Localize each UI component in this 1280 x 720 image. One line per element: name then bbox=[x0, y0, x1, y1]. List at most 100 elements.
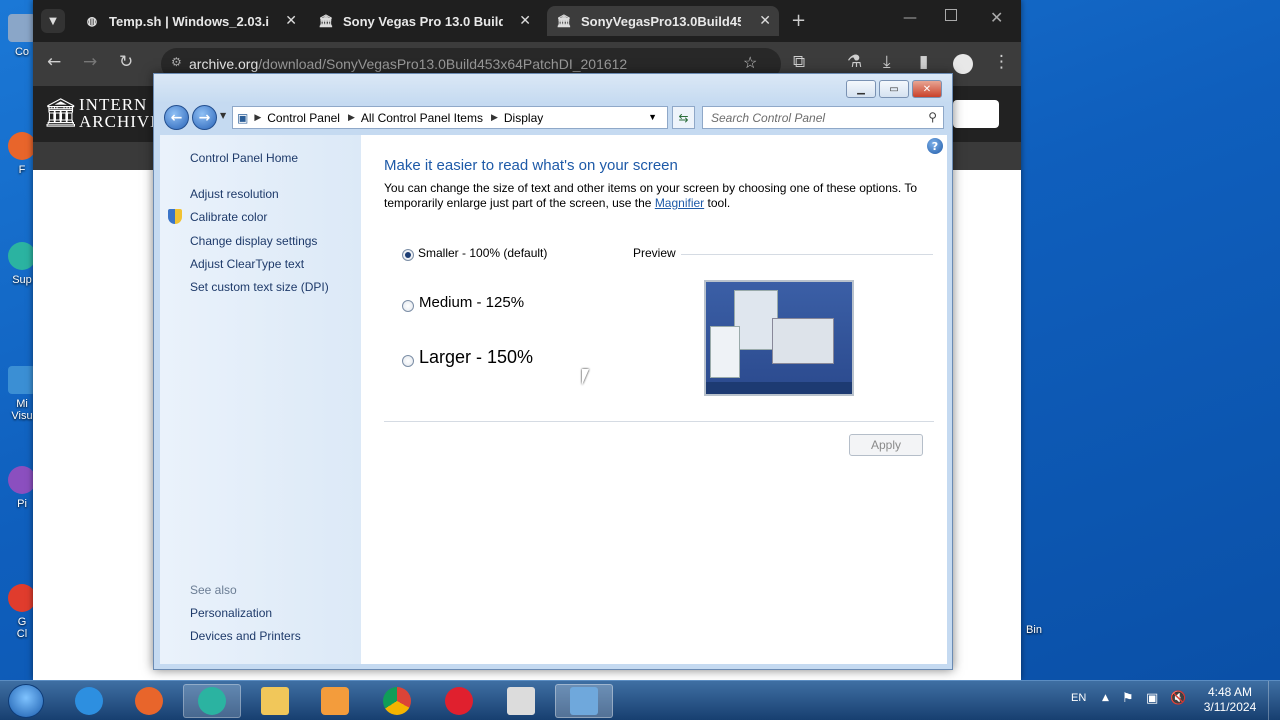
taskbar-app-2[interactable] bbox=[492, 684, 550, 718]
taskbar-control-panel[interactable] bbox=[555, 684, 613, 718]
chrome-icon bbox=[383, 687, 411, 715]
preview-window-front bbox=[772, 318, 834, 364]
minimize-window-button[interactable]: ▁ bbox=[846, 80, 876, 98]
close-tab-icon[interactable]: ✕ bbox=[519, 12, 531, 29]
forward-arrow-icon[interactable]: → bbox=[192, 105, 217, 130]
forward-icon[interactable]: → bbox=[83, 52, 97, 72]
archive-logo-icon[interactable]: 🏛 bbox=[43, 96, 79, 129]
taskbar-firefox[interactable] bbox=[120, 684, 178, 718]
new-tab-button[interactable]: + bbox=[791, 10, 806, 31]
refresh-icon[interactable]: ⇆ bbox=[672, 106, 695, 129]
breadcrumb-all-items[interactable]: All Control Panel Items bbox=[361, 111, 483, 125]
menu-icon[interactable]: ⋮ bbox=[993, 52, 1010, 72]
back-icon[interactable]: ← bbox=[47, 52, 61, 72]
extensions-icon[interactable]: ⧉ bbox=[793, 52, 805, 72]
recent-pages-icon[interactable]: ▼ bbox=[220, 111, 226, 120]
option-larger-label[interactable]: Larger - 150% bbox=[419, 347, 533, 368]
maximize-window-button[interactable]: ▭ bbox=[879, 80, 909, 98]
chevron-right-icon: ▶ bbox=[490, 112, 498, 122]
url-host: archive.org bbox=[189, 56, 259, 72]
taskbar-media[interactable] bbox=[306, 684, 364, 718]
download-icon[interactable]: ⤓ bbox=[883, 52, 891, 72]
network-icon[interactable]: ▣ bbox=[1146, 691, 1158, 706]
computer-icon bbox=[8, 14, 36, 42]
taskbar-chrome[interactable] bbox=[368, 684, 426, 718]
personalization-link[interactable]: Personalization bbox=[190, 606, 272, 620]
ia-search-field[interactable] bbox=[953, 100, 999, 128]
taskbar-opera[interactable] bbox=[430, 684, 488, 718]
maximize-browser-button[interactable] bbox=[945, 9, 957, 21]
close-tab-icon[interactable]: ✕ bbox=[759, 12, 771, 29]
close-tab-icon[interactable]: ✕ bbox=[285, 12, 297, 29]
firefox-icon bbox=[8, 132, 36, 160]
minimize-browser-button[interactable]: — bbox=[903, 10, 917, 26]
breadcrumb-control-panel[interactable]: Control Panel bbox=[267, 111, 340, 125]
clock[interactable]: 4:48 AM 3/11/2024 bbox=[1200, 685, 1260, 715]
help-icon[interactable]: ? bbox=[927, 138, 943, 154]
control-panel-window: ▁ ▭ ✕ ← → ▼ ▣ ▶ Control Panel ▶ All Cont… bbox=[153, 73, 953, 670]
ia-logo-text: INTERN ARCHIVE bbox=[79, 95, 162, 131]
show-hidden-icons[interactable]: ▲ bbox=[1102, 693, 1109, 703]
radio-medium[interactable] bbox=[402, 300, 414, 312]
labs-icon[interactable]: ⚗ bbox=[847, 52, 862, 72]
devices-printers-link[interactable]: Devices and Printers bbox=[190, 629, 301, 643]
clock-time: 4:48 AM bbox=[1207, 685, 1253, 699]
main-pane: ? Make it easier to read what's on your … bbox=[361, 135, 947, 664]
magnifier-link[interactable]: Magnifier bbox=[655, 196, 704, 210]
radio-larger[interactable] bbox=[402, 355, 414, 367]
radio-smaller[interactable] bbox=[402, 249, 414, 261]
clock-date: 3/11/2024 bbox=[1203, 700, 1257, 714]
back-arrow-icon[interactable]: ← bbox=[164, 105, 189, 130]
close-browser-button[interactable]: ✕ bbox=[990, 8, 1003, 27]
change-display-settings-link[interactable]: Change display settings bbox=[190, 234, 317, 248]
page-title: Make it easier to read what's on your sc… bbox=[384, 157, 678, 174]
option-medium-label[interactable]: Medium - 125% bbox=[419, 294, 524, 311]
apply-button[interactable]: Apply bbox=[849, 434, 923, 456]
calibrate-color-link[interactable]: Calibrate color bbox=[190, 210, 267, 224]
search-input[interactable]: Search Control Panel ⚲ bbox=[702, 106, 944, 129]
section-divider bbox=[384, 421, 934, 422]
site-info-icon[interactable]: ⚙ bbox=[171, 55, 182, 69]
profile-avatar[interactable] bbox=[953, 54, 973, 74]
tab-temp-sh[interactable]: ◍ Temp.sh | Windows_2.03.ima ✕ bbox=[75, 6, 305, 36]
firefox-icon bbox=[135, 687, 163, 715]
adjust-cleartype-link[interactable]: Adjust ClearType text bbox=[190, 257, 304, 271]
show-desktop-button[interactable] bbox=[1268, 681, 1280, 720]
adjust-resolution-link[interactable]: Adjust resolution bbox=[190, 187, 279, 201]
desktop-icon-recycle-bin[interactable]: Bin bbox=[1022, 624, 1046, 636]
taskbar-explorer[interactable] bbox=[246, 684, 304, 718]
breadcrumb-display[interactable]: Display bbox=[504, 111, 543, 125]
chevron-down-icon[interactable]: ▼ bbox=[648, 112, 657, 122]
chevron-right-icon: ▶ bbox=[254, 112, 262, 122]
taskbar-ie[interactable] bbox=[60, 684, 118, 718]
custom-dpi-link[interactable]: Set custom text size (DPI) bbox=[190, 280, 329, 294]
tab-search-button[interactable]: ▼ bbox=[41, 9, 65, 33]
option-smaller-label[interactable]: Smaller - 100% (default) bbox=[418, 246, 547, 260]
start-button[interactable] bbox=[8, 684, 44, 718]
url-path: /download/SonyVegasPro13.0Build453x64Pat… bbox=[258, 56, 628, 72]
globe-icon: ◍ bbox=[86, 14, 98, 28]
control-panel-home-link[interactable]: Control Panel Home bbox=[190, 151, 298, 165]
internet-explorer-icon bbox=[75, 687, 103, 715]
search-icon[interactable]: ⚲ bbox=[928, 110, 937, 124]
uac-shield-icon bbox=[168, 209, 182, 224]
chevron-right-icon: ▶ bbox=[347, 112, 355, 122]
preview-taskbar bbox=[706, 382, 852, 394]
media-player-icon bbox=[321, 687, 349, 715]
volume-muted-icon[interactable]: 🔇 bbox=[1170, 691, 1186, 706]
tab-sony-vegas[interactable]: 🏛 Sony Vegas Pro 13.0 Build 453 ✕ bbox=[309, 6, 539, 36]
language-indicator[interactable]: EN bbox=[1071, 692, 1086, 704]
close-window-button[interactable]: ✕ bbox=[912, 80, 942, 98]
action-center-flag-icon[interactable]: ⚑ bbox=[1122, 691, 1134, 706]
folder-icon bbox=[261, 687, 289, 715]
breadcrumb[interactable]: ▣ ▶ Control Panel ▶ All Control Panel It… bbox=[232, 106, 668, 129]
mouse-cursor-icon bbox=[582, 369, 596, 385]
tab-sony-vegas-download[interactable]: 🏛 SonyVegasPro13.0Build453x64 ✕ bbox=[547, 6, 779, 36]
page-description: You can change the size of text and othe… bbox=[384, 181, 918, 210]
side-panel-icon[interactable]: ▮ bbox=[919, 52, 928, 72]
taskbar-app[interactable] bbox=[183, 684, 241, 718]
see-also-label: See also bbox=[190, 583, 237, 597]
bookmark-star-icon[interactable]: ☆ bbox=[743, 53, 757, 73]
preview-window-left bbox=[710, 326, 740, 378]
reload-icon[interactable]: ↻ bbox=[119, 52, 133, 72]
